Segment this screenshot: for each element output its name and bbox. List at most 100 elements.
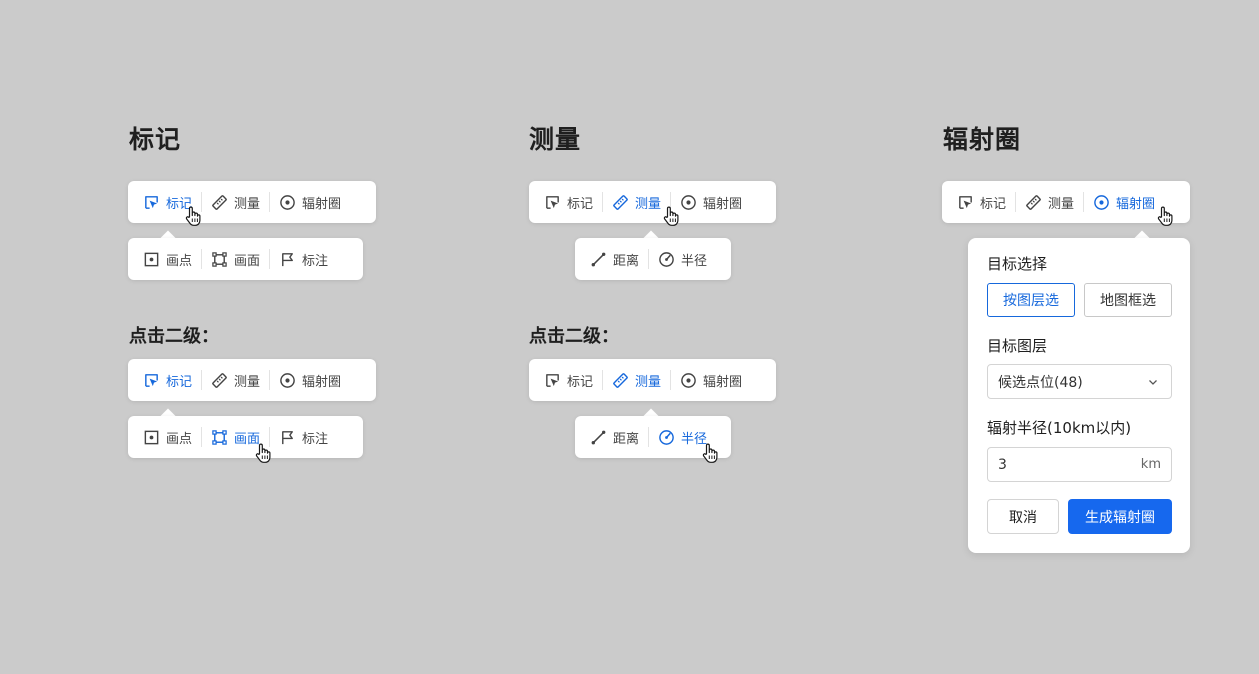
target-circle-icon (1093, 194, 1110, 211)
toolbar-measure-label: 测量 (234, 374, 261, 390)
target-layer-label: 目标图层 (987, 337, 1048, 355)
cancel-button[interactable]: 取消 (987, 499, 1059, 534)
submenu-distance-button[interactable]: 距离 (581, 416, 648, 458)
measure-submenu: 距离 半径 (575, 416, 731, 458)
radius-label: 辐射半径(10km以内) (987, 419, 1132, 437)
toolbar-radiation-label: 辐射圈 (302, 374, 342, 390)
measure-submenu: 距离 半径 (575, 238, 731, 280)
gauge-icon (658, 251, 675, 268)
target-select-label: 目标选择 (987, 255, 1048, 273)
toolbar-measure-label: 测量 (234, 196, 261, 212)
submenu-area-label: 画面 (234, 253, 261, 269)
ruler-icon (612, 194, 629, 211)
toolbar-radiation-label: 辐射圈 (703, 196, 743, 212)
dot-square-icon (143, 429, 160, 446)
toolbar-mark-label: 标记 (980, 196, 1007, 212)
flag-icon (279, 429, 296, 446)
section-title-measure: 测量 (529, 125, 582, 154)
target-layer-value: 候选点位(48) (998, 374, 1083, 391)
submenu-distance-label: 距离 (613, 253, 640, 269)
submenu-radius-button[interactable]: 半径 (649, 416, 716, 458)
main-toolbar: 标记 测量 辐射圈 (529, 359, 776, 401)
submenu-area-label: 画面 (234, 431, 261, 447)
toolbar-measure-button[interactable]: 测量 (202, 181, 269, 223)
section-title-radiation: 辐射圈 (943, 125, 1022, 154)
toolbar-radiation-label: 辐射圈 (1116, 196, 1156, 212)
submenu-radius-label: 半径 (681, 253, 708, 269)
toolbar-measure-label: 测量 (1048, 196, 1075, 212)
submenu-annotate-button[interactable]: 标注 (270, 238, 337, 280)
radius-field: km (987, 447, 1172, 482)
submenu-area-button[interactable]: 画面 (202, 238, 269, 280)
target-circle-icon (279, 194, 296, 211)
select-cursor-icon (143, 372, 160, 389)
target-circle-icon (279, 372, 296, 389)
submenu-radius-button[interactable]: 半径 (649, 238, 716, 280)
toolbar-mark-button[interactable]: 标记 (535, 181, 602, 223)
submenu-point-button[interactable]: 画点 (134, 238, 201, 280)
submenu-point-label: 画点 (166, 431, 193, 447)
section-title-mark: 标记 (129, 125, 182, 154)
submenu-distance-button[interactable]: 距离 (581, 238, 648, 280)
submenu-distance-label: 距离 (613, 431, 640, 447)
line-measure-icon (590, 429, 607, 446)
toolbar-radiation-label: 辐射圈 (703, 374, 743, 390)
toolbar-measure-label: 测量 (635, 374, 662, 390)
toolbar-mark-button[interactable]: 标记 (948, 181, 1015, 223)
submenu-annotate-label: 标注 (302, 431, 329, 447)
polygon-square-icon (211, 429, 228, 446)
toolbar-radiation-button[interactable]: 辐射圈 (1084, 181, 1164, 223)
radius-input[interactable] (998, 456, 1118, 473)
target-circle-icon (680, 372, 697, 389)
chevron-down-icon (1147, 376, 1159, 388)
toolbar-radiation-button[interactable]: 辐射圈 (270, 181, 350, 223)
ruler-icon (1025, 194, 1042, 211)
main-toolbar: 标记 测量 辐射圈 (128, 181, 376, 223)
mark-submenu: 画点 画面 标注 (128, 238, 363, 280)
toolbar-mark-label: 标记 (567, 374, 594, 390)
by-layer-button[interactable]: 按图层选 (987, 283, 1075, 317)
line-measure-icon (590, 251, 607, 268)
main-toolbar: 标记 测量 辐射圈 (128, 359, 376, 401)
toolbar-measure-button[interactable]: 测量 (1016, 181, 1083, 223)
toolbar-mark-label: 标记 (567, 196, 594, 212)
target-circle-icon (680, 194, 697, 211)
toolbar-radiation-label: 辐射圈 (302, 196, 342, 212)
ruler-icon (211, 194, 228, 211)
toolbar-mark-button[interactable]: 标记 (134, 181, 201, 223)
submenu-radius-label: 半径 (681, 431, 708, 447)
sub-title-mark: 点击二级： (129, 326, 219, 347)
submenu-point-button[interactable]: 画点 (134, 416, 201, 458)
toolbar-mark-label: 标记 (166, 196, 193, 212)
target-layer-select[interactable]: 候选点位(48) (987, 364, 1172, 399)
main-toolbar: 标记 测量 辐射圈 (942, 181, 1190, 223)
submenu-annotate-label: 标注 (302, 253, 329, 269)
gauge-icon (658, 429, 675, 446)
select-cursor-icon (544, 372, 561, 389)
select-cursor-icon (544, 194, 561, 211)
sub-title-measure: 点击二级： (529, 326, 619, 347)
flag-icon (279, 251, 296, 268)
submenu-area-button[interactable]: 画面 (202, 416, 269, 458)
toolbar-radiation-button[interactable]: 辐射圈 (671, 359, 751, 401)
ruler-icon (211, 372, 228, 389)
toolbar-measure-button[interactable]: 测量 (603, 359, 670, 401)
toolbar-measure-button[interactable]: 测量 (603, 181, 670, 223)
toolbar-radiation-button[interactable]: 辐射圈 (671, 181, 751, 223)
toolbar-radiation-button[interactable]: 辐射圈 (270, 359, 350, 401)
toolbar-mark-button[interactable]: 标记 (535, 359, 602, 401)
mark-submenu: 画点 画面 标注 (128, 416, 363, 458)
generate-radiation-button[interactable]: 生成辐射圈 (1068, 499, 1172, 534)
toolbar-mark-label: 标记 (166, 374, 193, 390)
submenu-annotate-button[interactable]: 标注 (270, 416, 337, 458)
toolbar-mark-button[interactable]: 标记 (134, 359, 201, 401)
select-cursor-icon (143, 194, 160, 211)
by-map-box-button[interactable]: 地图框选 (1084, 283, 1172, 317)
radius-unit: km (1140, 457, 1161, 472)
radiation-panel: 目标选择 按图层选 地图框选 目标图层 候选点位(48) 辐射半径(10km以内… (968, 238, 1190, 553)
dot-square-icon (143, 251, 160, 268)
toolbar-measure-button[interactable]: 测量 (202, 359, 269, 401)
select-cursor-icon (957, 194, 974, 211)
ruler-icon (612, 372, 629, 389)
polygon-square-icon (211, 251, 228, 268)
